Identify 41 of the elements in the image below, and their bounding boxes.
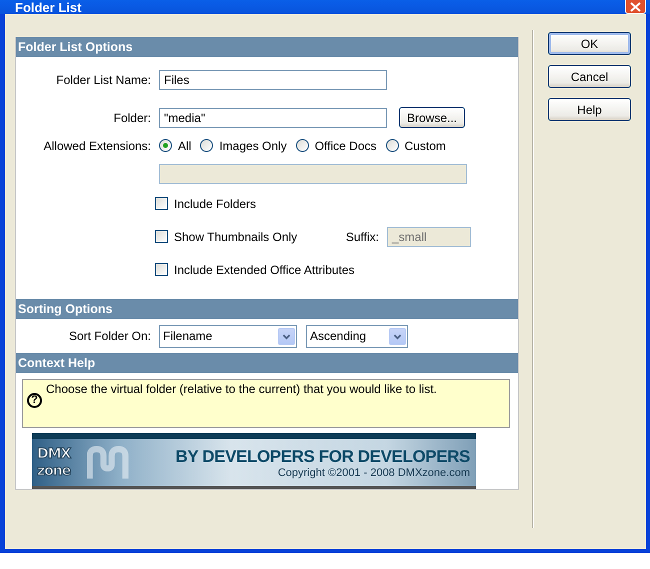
field-label: Folder List Name:: [55, 73, 151, 87]
help-icon: ?: [27, 392, 42, 408]
copyright-text: Copyright ©2001 - 2008 DMXzone.com: [278, 466, 470, 479]
radio-label: Office Docs: [314, 138, 377, 153]
checkbox[interactable]: [155, 197, 168, 210]
input-field[interactable]: "media": [159, 108, 387, 128]
logo-text: zone: [37, 462, 70, 480]
section-header: Context Help: [16, 352, 518, 373]
browse-button[interactable]: Browse...: [399, 107, 465, 128]
input-field[interactable]: Files: [159, 70, 387, 90]
radio-button[interactable]: [200, 139, 214, 152]
checkbox[interactable]: [155, 263, 168, 276]
radio-button[interactable]: [386, 139, 399, 152]
banner-tagline: BY DEVELOPERS FOR DEVELOPERS: [175, 446, 470, 467]
section-header: Folder List Options: [16, 37, 518, 57]
field-label: Sort Folder On:: [68, 329, 151, 344]
logo-text: DMX: [37, 446, 70, 463]
radio-label: All: [178, 138, 192, 153]
cancel-button[interactable]: Cancel: [548, 65, 631, 88]
radio-label: Images Only: [219, 138, 287, 153]
section-header: Sorting Options: [16, 298, 518, 319]
window-title: Folder List: [15, 1, 82, 14]
dropdown[interactable]: Ascending: [306, 324, 408, 348]
chevron-down-icon: [278, 328, 295, 345]
radio-button[interactable]: [296, 139, 309, 152]
chevron-down-icon: [389, 328, 406, 345]
checkbox-label: Include Folders: [174, 196, 256, 211]
ok-button[interactable]: OK: [548, 32, 631, 55]
help-button[interactable]: Help: [548, 98, 631, 121]
radio-label: Custom: [404, 138, 446, 153]
checkbox[interactable]: [155, 230, 168, 244]
checkbox-label: Show Thumbnails Only: [174, 230, 298, 244]
close-icon: [630, 2, 641, 12]
checkbox-label: Include Extended Office Attributes: [174, 262, 355, 277]
radio-button[interactable]: [159, 139, 172, 152]
field-label: Allowed Extensions:: [42, 138, 151, 153]
dropdown[interactable]: Filename: [159, 324, 297, 348]
close-button[interactable]: [625, 0, 646, 14]
field-label: Folder:: [112, 110, 151, 124]
suffix-label: Suffix:: [346, 230, 379, 244]
help-text: Choose the virtual folder (relative to the current) that you would like to list.: [46, 382, 437, 398]
